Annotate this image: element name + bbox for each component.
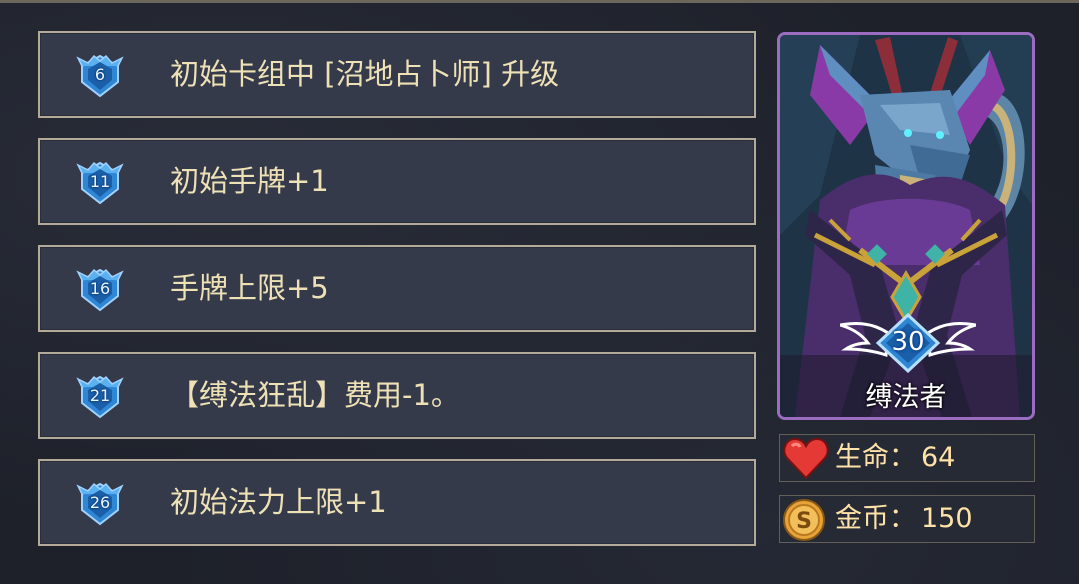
upgrade-text: 初始卡组中 [沼地占卜师] 升级 (170, 57, 560, 91)
upgrade-row: 26 初始法力上限+1 (38, 459, 756, 546)
level-badge: 21 (76, 373, 124, 421)
level-badge: 6 (76, 52, 124, 100)
gold-label: 金币： (835, 503, 916, 534)
life-stat: 生命： 64 (779, 434, 1035, 482)
character-portrait-card[interactable]: 30 缚法者 (777, 32, 1035, 420)
svg-text:S: S (796, 509, 812, 534)
upgrade-text: 手牌上限+5 (170, 271, 329, 305)
character-class-name: 缚法者 (865, 382, 947, 413)
coin-icon: S (783, 499, 825, 541)
gold-stat: S 金币： 150 (779, 495, 1035, 543)
life-value: 64 (921, 442, 956, 473)
level-badge: 16 (76, 266, 124, 314)
level-number: 11 (89, 172, 111, 191)
level-number: 16 (89, 279, 111, 298)
upgrade-row: 16 手牌上限+5 (38, 245, 756, 332)
upgrade-text: 初始手牌+1 (170, 164, 329, 198)
top-divider (0, 0, 1079, 3)
gold-value: 150 (921, 503, 973, 534)
character-upgrade-screen: 6 初始卡组中 [沼地占卜师] 升级 11 初始手牌+1 16 手牌上限+5 2… (0, 0, 1079, 584)
level-badge: 26 (76, 480, 124, 528)
upgrade-row: 6 初始卡组中 [沼地占卜师] 升级 (38, 31, 756, 118)
life-label: 生命： (835, 442, 916, 473)
upgrade-text: 初始法力上限+1 (170, 485, 387, 519)
rank-emblem: 30 (839, 312, 977, 374)
level-number: 21 (89, 386, 111, 405)
upgrade-row: 11 初始手牌+1 (38, 138, 756, 225)
upgrade-text: 【缚法狂乱】费用-1。 (170, 378, 460, 412)
upgrade-row: 21 【缚法狂乱】费用-1。 (38, 352, 756, 439)
level-number: 6 (94, 65, 106, 84)
character-level: 30 (891, 327, 925, 357)
level-number: 26 (89, 493, 111, 512)
heart-icon (783, 437, 829, 480)
level-badge: 11 (76, 159, 124, 207)
